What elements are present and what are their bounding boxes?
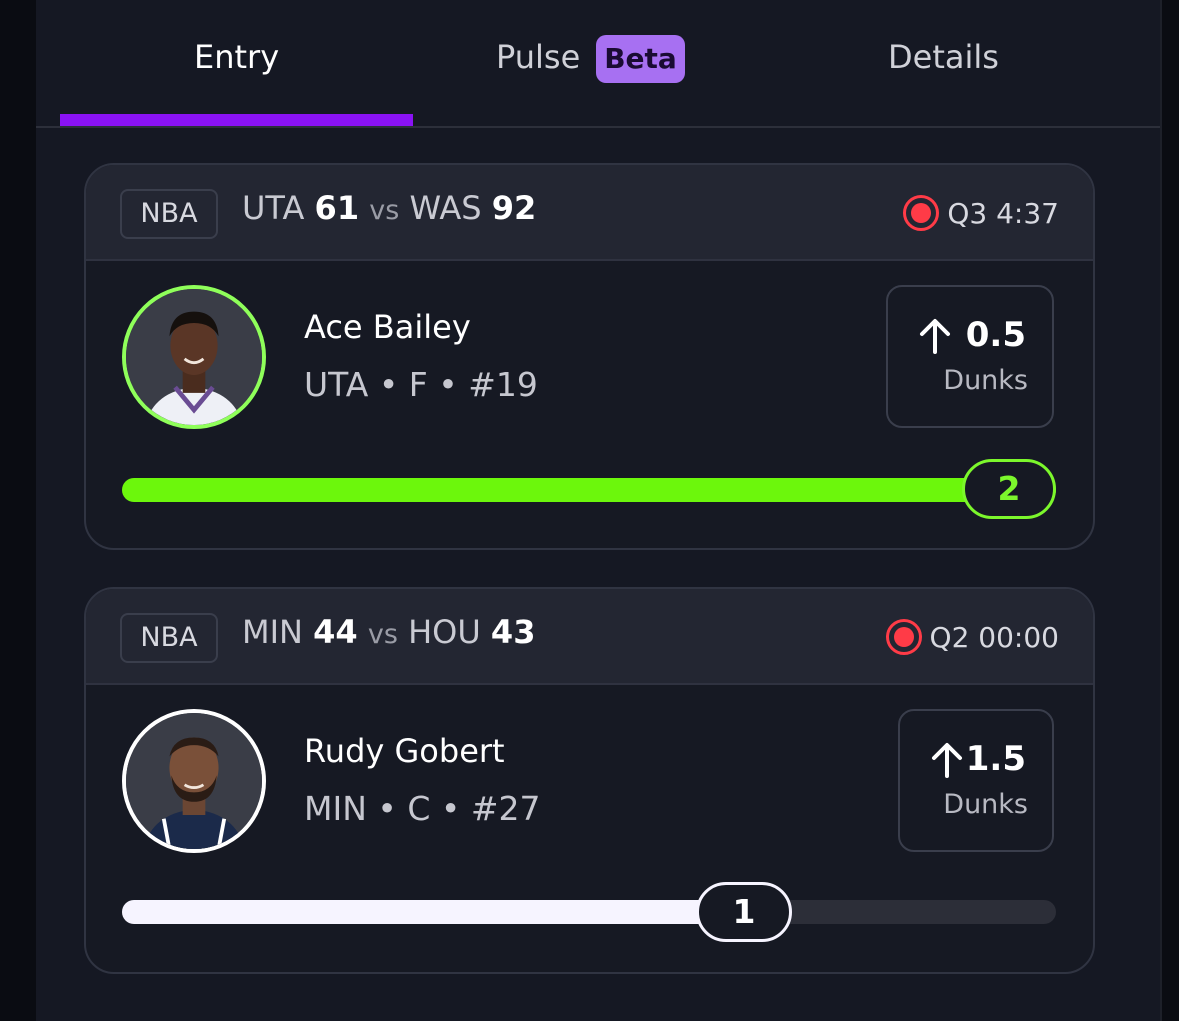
game-clock: Q2 00:00 bbox=[929, 620, 1059, 654]
away-score: 61 bbox=[314, 189, 360, 227]
away-team: UTA bbox=[242, 189, 305, 227]
live-indicator-icon bbox=[885, 619, 922, 655]
player-headshot bbox=[126, 713, 262, 849]
home-score: 43 bbox=[490, 613, 536, 651]
player-avatar bbox=[122, 285, 266, 429]
pick-card[interactable]: NBA MIN 44 vs HOU 43 Q2 00:00 Rudy Gober… bbox=[84, 587, 1095, 974]
player-headshot bbox=[126, 289, 262, 425]
beta-badge: Beta bbox=[596, 35, 685, 83]
pick-stat-type: Dunks bbox=[943, 365, 1028, 396]
arrow-up-icon bbox=[932, 743, 962, 778]
pick-line-box[interactable]: 1.5 Dunks bbox=[898, 709, 1054, 852]
away-team: MIN bbox=[242, 613, 303, 651]
progress-fill bbox=[122, 478, 1056, 502]
player-name: Ace Bailey bbox=[304, 308, 471, 346]
vs-label: vs bbox=[369, 195, 400, 226]
tab-bar: Entry Pulse Beta Details bbox=[36, 0, 1160, 128]
player-avatar bbox=[122, 709, 266, 853]
right-edge bbox=[1160, 0, 1179, 1021]
tab-entry[interactable]: Entry bbox=[194, 38, 279, 76]
entry-panel: Entry Pulse Beta Details NBA UTA 61 vs W… bbox=[36, 0, 1160, 1021]
home-team: HOU bbox=[408, 613, 481, 651]
game-status: Q2 00:00 bbox=[885, 619, 1059, 655]
league-tag: NBA bbox=[120, 613, 218, 663]
tab-pulse[interactable]: Pulse bbox=[496, 38, 580, 76]
home-team: WAS bbox=[409, 189, 482, 227]
tab-details[interactable]: Details bbox=[888, 38, 999, 76]
arrow-up-icon bbox=[920, 319, 950, 354]
player-meta: MIN • C • #27 bbox=[304, 789, 541, 828]
pick-stat-type: Dunks bbox=[943, 789, 1028, 820]
player-meta: UTA • F • #19 bbox=[304, 365, 538, 404]
current-stat-value: 2 bbox=[962, 459, 1056, 519]
live-indicator-icon bbox=[903, 195, 940, 231]
player-name: Rudy Gobert bbox=[304, 732, 505, 770]
game-clock: Q3 4:37 bbox=[947, 196, 1059, 230]
home-score: 92 bbox=[491, 189, 537, 227]
pick-line-box[interactable]: 0.5 Dunks bbox=[886, 285, 1054, 428]
progress-track bbox=[122, 478, 1056, 502]
league-tag: NBA bbox=[120, 189, 218, 239]
active-tab-indicator bbox=[60, 114, 413, 126]
vs-label: vs bbox=[367, 619, 398, 650]
pick-line-value: 1.5 bbox=[965, 739, 1026, 779]
away-score: 44 bbox=[313, 613, 358, 651]
matchup: UTA 61 vs WAS 92 bbox=[242, 189, 536, 227]
current-stat-value: 1 bbox=[696, 882, 792, 942]
left-edge bbox=[0, 0, 36, 1021]
game-header: NBA MIN 44 vs HOU 43 Q2 00:00 bbox=[86, 589, 1093, 685]
matchup: MIN 44 vs HOU 43 bbox=[242, 613, 535, 651]
progress-fill bbox=[122, 900, 745, 924]
progress-track bbox=[122, 900, 1056, 924]
game-status: Q3 4:37 bbox=[903, 195, 1059, 231]
game-header: NBA UTA 61 vs WAS 92 Q3 4:37 bbox=[86, 165, 1093, 261]
pick-card[interactable]: NBA UTA 61 vs WAS 92 Q3 4:37 Ace Bailey … bbox=[84, 163, 1095, 550]
pick-line-value: 0.5 bbox=[965, 315, 1026, 355]
